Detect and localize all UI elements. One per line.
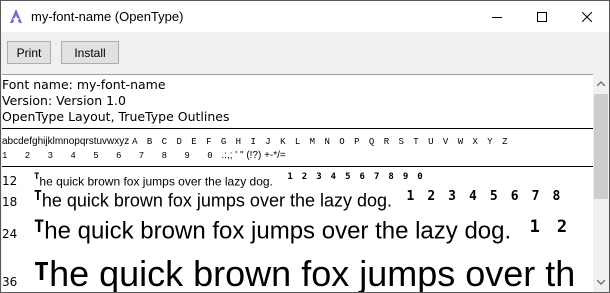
vertical-scrollbar[interactable]: [593, 75, 609, 291]
maximize-button[interactable]: [519, 1, 564, 32]
sample-row-18: 18 The quick brown fox jumps over the laz…: [2, 189, 560, 211]
print-button[interactable]: Print: [7, 41, 51, 64]
chevron-down-icon: [597, 280, 605, 285]
sample-row-24: 24 The quick brown fox jumps over the laz…: [2, 217, 567, 245]
sample-row-36: 36 The quick brown fox jumps over th: [2, 253, 580, 292]
toolbar: Print Install: [1, 32, 609, 76]
digit-chars: 1 2 3 4 5 6 7 8 9 0: [2, 151, 219, 161]
font-type-line: OpenType Layout, TrueType Outlines: [2, 109, 230, 124]
maximize-icon: [536, 11, 547, 22]
minimize-button[interactable]: [474, 1, 519, 32]
uppercase-chars: A B C D E F G H I J K L M N O P Q R S T …: [132, 137, 510, 147]
close-button[interactable]: [564, 1, 609, 32]
scroll-thumb[interactable]: [594, 94, 608, 199]
install-button[interactable]: Install: [61, 41, 119, 64]
scroll-down-button[interactable]: [593, 274, 609, 291]
font-version-line: Version: Version 1.0: [2, 93, 126, 108]
window-title: my-font-name (OpenType): [31, 9, 184, 24]
font-viewer-window: my-font-name (OpenType) Print Install Fo…: [0, 0, 610, 293]
sample-row-12: 12 The quick brown fox jumps over the laz…: [2, 172, 423, 190]
close-icon: [581, 11, 592, 22]
sample-size: 18: [2, 195, 18, 210]
sample-digits: 1 2 3 4 5 6 7 8 9 0: [287, 172, 423, 182]
sample-cap: T: [34, 189, 42, 204]
font-app-icon: [8, 8, 24, 24]
sample-size: 24: [2, 227, 18, 242]
character-set: abcdefghijklmnopqrstuvwxyz A B C D E F G…: [2, 135, 510, 163]
sample-text: he quick brown fox jumps over th: [49, 253, 576, 292]
sample-text: he quick brown fox jumps over the lazy d…: [39, 174, 273, 189]
font-info: Font name: my-font-name Version: Version…: [2, 77, 229, 125]
title-bar: my-font-name (OpenType): [1, 1, 609, 32]
sample-text: he quick brown fox jumps over the lazy d…: [41, 190, 393, 211]
sample-cap: T: [34, 256, 50, 286]
minimize-icon: [491, 16, 502, 18]
divider-top: [2, 128, 593, 129]
sample-cap: T: [34, 217, 45, 237]
lowercase-chars: abcdefghijklmnopqrstuvwxyz: [2, 136, 130, 147]
font-preview-pane: Font name: my-font-name Version: Version…: [2, 74, 593, 292]
divider-bottom: [2, 166, 593, 167]
sample-size: 12: [2, 174, 18, 189]
chevron-up-icon: [597, 81, 605, 86]
font-name-line: Font name: my-font-name: [2, 77, 166, 92]
sample-size: 36: [2, 275, 18, 289]
punctuation-chars: .:,; ' " (!?) +-*/=: [221, 150, 286, 161]
scroll-up-button[interactable]: [593, 75, 609, 92]
sample-digits: 1 2: [529, 217, 568, 237]
sample-digits: 1 2 3 4 5 6 7 8: [406, 189, 561, 204]
sample-text: he quick brown fox jumps over the lazy d…: [44, 217, 512, 245]
